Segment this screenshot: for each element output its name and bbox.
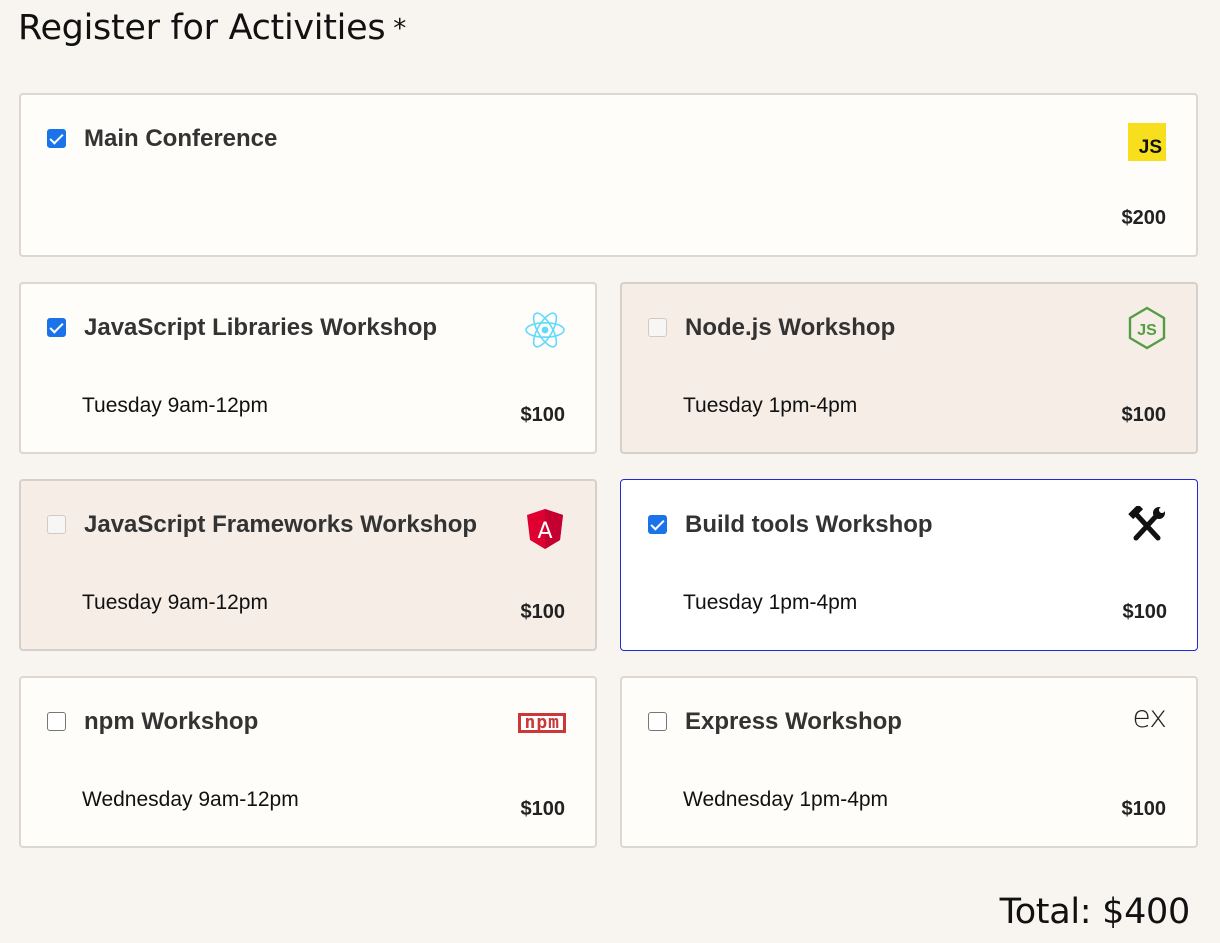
activity-title: Node.js Workshop bbox=[685, 314, 896, 341]
npm-logo-text: npm bbox=[524, 712, 560, 733]
activity-title: JavaScript Libraries Workshop bbox=[84, 314, 438, 341]
npm-logo-icon: npm bbox=[518, 713, 566, 733]
activity-price: $100 bbox=[520, 601, 566, 623]
page-title: Register for Activities * bbox=[18, 8, 406, 48]
react-logo-icon bbox=[525, 312, 565, 348]
activity-time: Tuesday 9am-12pm bbox=[82, 591, 268, 614]
activity-price: $100 bbox=[520, 404, 566, 426]
activity-card-npm[interactable]: npm Workshop Wednesday 9am-12pm $100 npm bbox=[19, 676, 597, 848]
activity-title: Express Workshop bbox=[685, 708, 902, 735]
activity-price: $100 bbox=[520, 798, 566, 820]
activity-time: Wednesday 9am-12pm bbox=[82, 788, 299, 811]
express-logo-icon: ex bbox=[1132, 700, 1167, 735]
activity-time: Wednesday 1pm-4pm bbox=[683, 788, 889, 811]
activity-price: $100 bbox=[1122, 601, 1168, 623]
activity-card-js-libraries[interactable]: JavaScript Libraries Workshop Tuesday 9a… bbox=[19, 282, 597, 454]
activity-card-nodejs[interactable]: Node.js Workshop Tuesday 1pm-4pm $100 JS bbox=[620, 282, 1198, 454]
javascript-logo-text: JS bbox=[1138, 137, 1162, 158]
activity-title: JavaScript Frameworks Workshop bbox=[84, 511, 478, 538]
activity-title: npm Workshop bbox=[84, 708, 259, 735]
angular-logo-icon: A bbox=[527, 509, 563, 549]
activity-price: $100 bbox=[1121, 404, 1167, 426]
activity-price: $100 bbox=[1121, 798, 1167, 820]
hammer-wrench-icon bbox=[1128, 506, 1165, 541]
activity-price: $200 bbox=[1121, 207, 1167, 229]
npm-checkbox[interactable] bbox=[47, 712, 66, 731]
js-libraries-checkbox[interactable] bbox=[47, 318, 66, 337]
express-logo-text: ex bbox=[1132, 700, 1167, 735]
total-price: Total: $400 bbox=[999, 892, 1191, 932]
angular-logo-text: A bbox=[537, 519, 552, 544]
activity-time: Tuesday 1pm-4pm bbox=[683, 394, 858, 417]
activity-card-build-tools[interactable]: Build tools Workshop Tuesday 1pm-4pm $10… bbox=[620, 479, 1198, 651]
required-marker: * bbox=[393, 14, 406, 44]
javascript-logo-icon: JS bbox=[1128, 123, 1166, 161]
activity-time: Tuesday 9am-12pm bbox=[82, 394, 268, 417]
nodejs-checkbox[interactable] bbox=[648, 318, 667, 337]
activity-card-main-conference[interactable]: Main Conference JS $200 bbox=[19, 93, 1198, 257]
activity-time: Tuesday 1pm-4pm bbox=[683, 591, 858, 614]
activity-title: Build tools Workshop bbox=[685, 511, 933, 538]
main-conference-checkbox[interactable] bbox=[47, 129, 66, 148]
activity-card-express[interactable]: Express Workshop Wednesday 1pm-4pm $100 … bbox=[620, 676, 1198, 848]
js-frameworks-checkbox[interactable] bbox=[47, 515, 66, 534]
nodejs-logo-icon: JS bbox=[1128, 306, 1166, 350]
build-tools-checkbox[interactable] bbox=[648, 515, 667, 534]
activity-card-js-frameworks[interactable]: JavaScript Frameworks Workshop Tuesday 9… bbox=[19, 479, 597, 651]
heading-text: Register for Activities bbox=[18, 8, 386, 48]
activity-title: Main Conference bbox=[84, 125, 278, 152]
nodejs-logo-text: JS bbox=[1137, 322, 1157, 339]
express-checkbox[interactable] bbox=[648, 712, 667, 731]
